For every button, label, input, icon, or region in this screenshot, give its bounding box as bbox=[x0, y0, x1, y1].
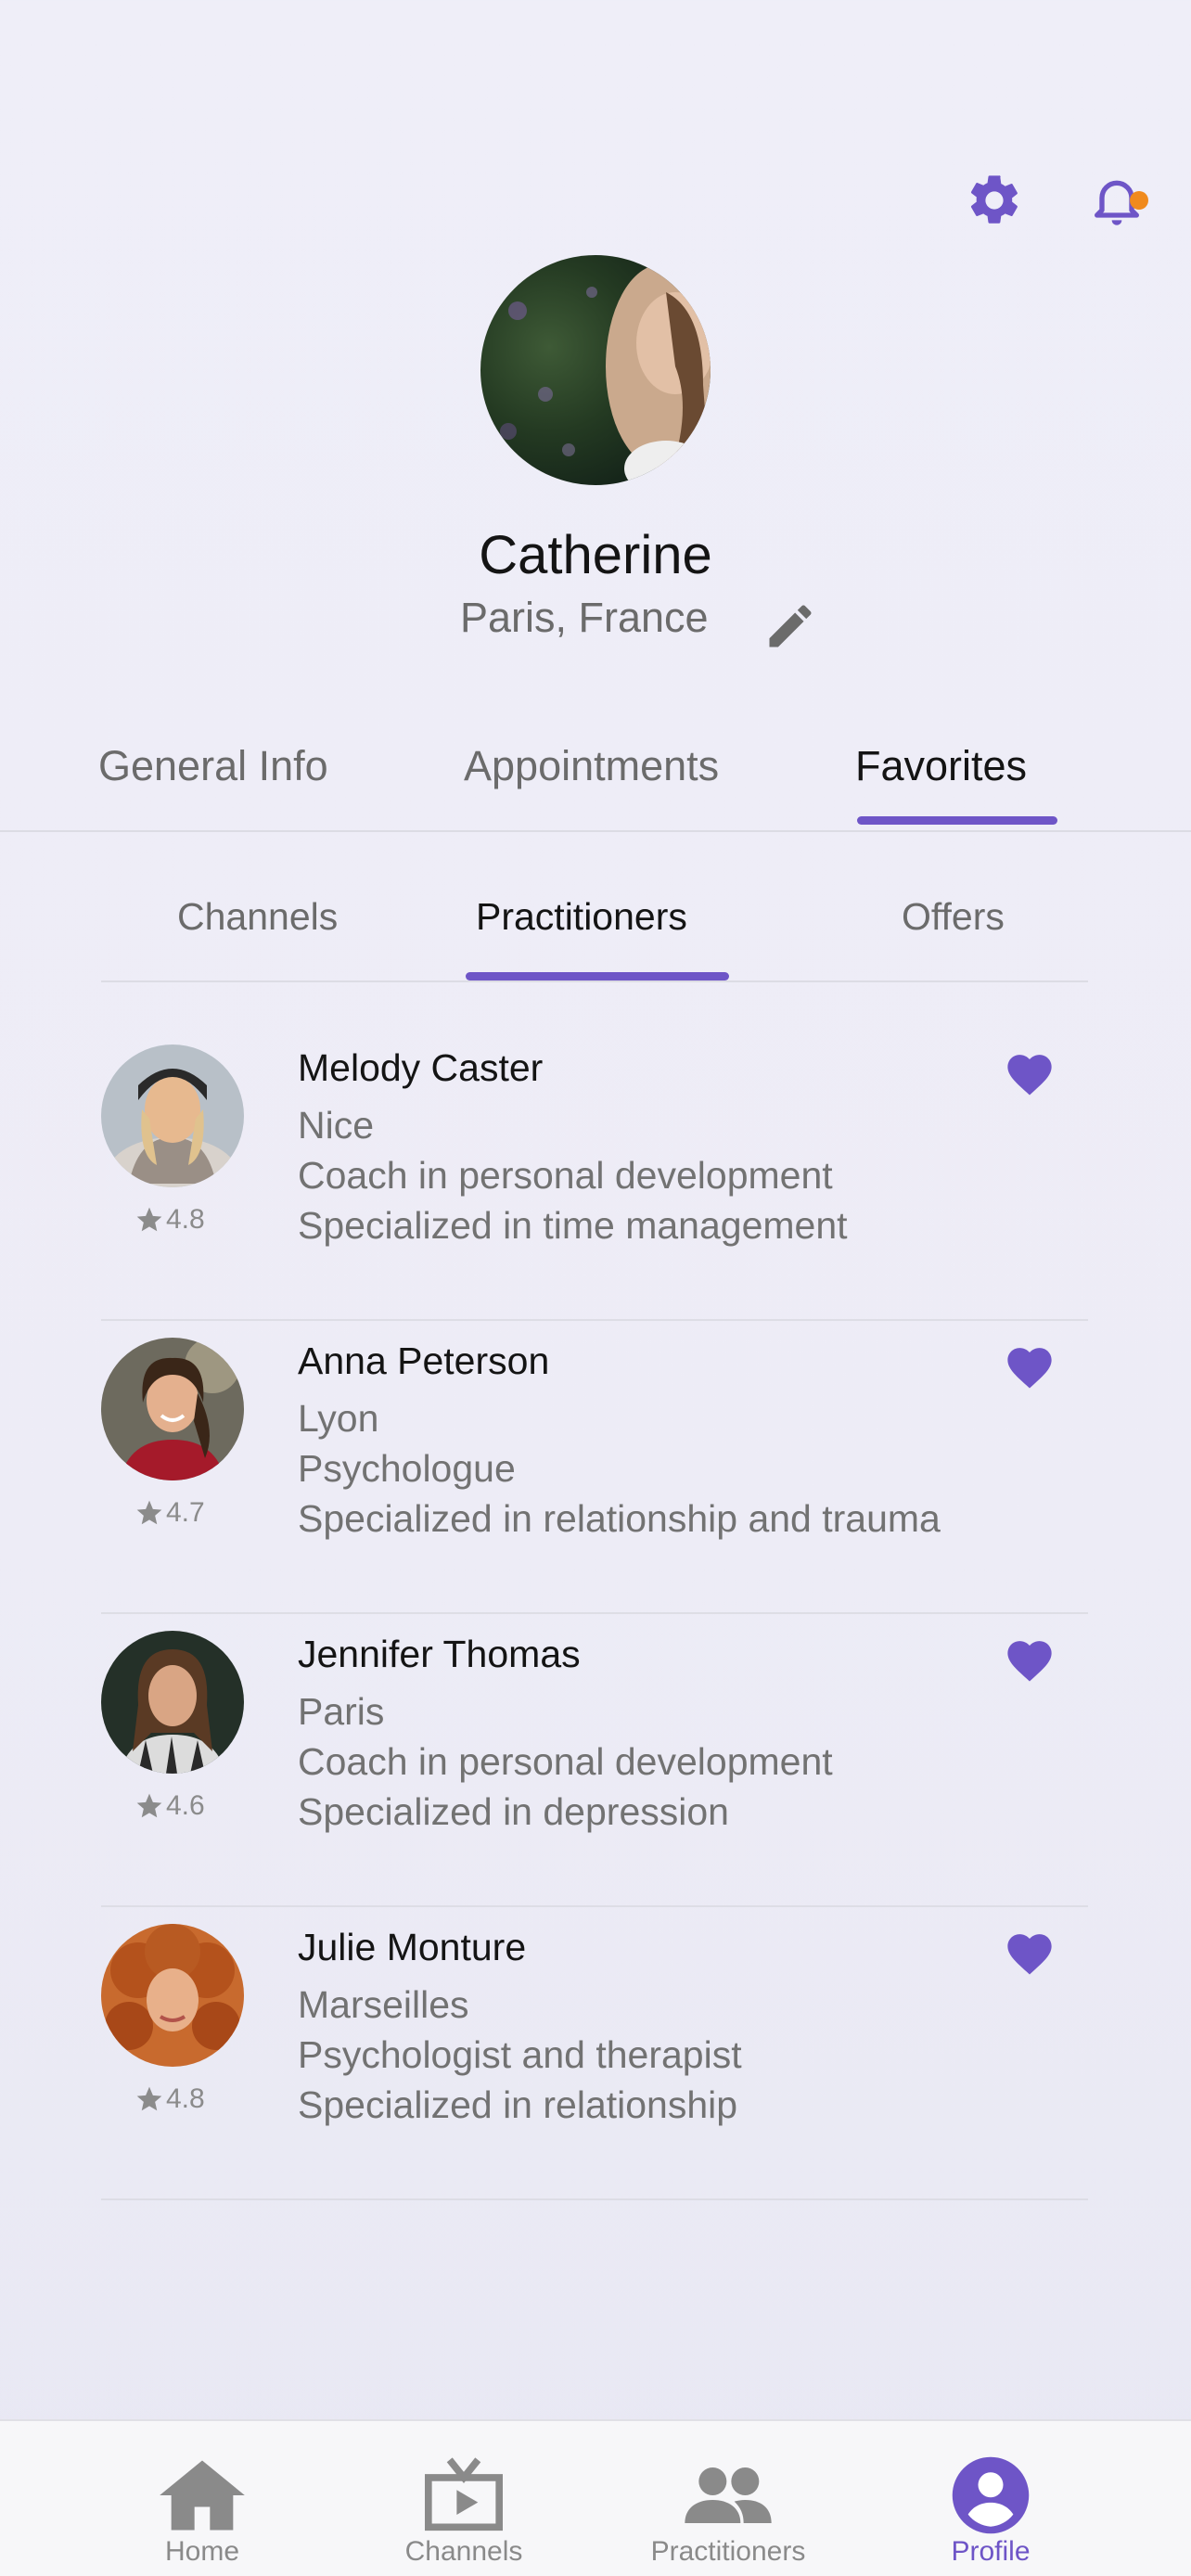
user-circle-icon bbox=[952, 2456, 1030, 2534]
heart-icon bbox=[1007, 1055, 1052, 1096]
tab-favorites[interactable]: Favorites bbox=[855, 742, 1027, 790]
practitioner-specialty: Specialized in relationship bbox=[298, 2083, 738, 2126]
home-icon bbox=[160, 2460, 245, 2531]
row-divider bbox=[101, 2198, 1088, 2200]
rating-value: 4.7 bbox=[166, 1497, 205, 1528]
notifications-button[interactable] bbox=[1080, 163, 1154, 237]
practitioner-name: Julie Monture bbox=[298, 1926, 527, 1968]
practitioner-city: Paris bbox=[298, 1690, 385, 1733]
practitioner-specialty: Specialized in relationship and trauma bbox=[298, 1497, 941, 1540]
heart-icon bbox=[1007, 1934, 1052, 1975]
rating: 4.6 bbox=[134, 1790, 205, 1822]
practitioner-card[interactable]: 4.7 Anna Peterson Lyon Psychologue Speci… bbox=[101, 1321, 1088, 1614]
rating-value: 4.6 bbox=[166, 1790, 205, 1821]
profile-name: Catherine bbox=[479, 525, 712, 585]
rating: 4.8 bbox=[134, 1204, 205, 1236]
practitioner-city: Nice bbox=[298, 1104, 375, 1147]
favorite-button[interactable] bbox=[1003, 1928, 1057, 1976]
people-icon bbox=[685, 2467, 772, 2523]
practitioner-city: Marseilles bbox=[298, 1983, 469, 2026]
practitioner-role: Psychologue bbox=[298, 1447, 516, 1490]
practitioner-role: Coach in personal development bbox=[298, 1154, 833, 1197]
notification-dot bbox=[1130, 191, 1148, 210]
practitioner-avatar bbox=[101, 1631, 244, 1774]
subtab-channels[interactable]: Channels bbox=[177, 895, 338, 939]
profile-avatar[interactable] bbox=[480, 255, 711, 485]
tabs-divider bbox=[0, 830, 1191, 832]
profile-location: Paris, France bbox=[460, 594, 709, 641]
practitioner-avatar bbox=[101, 1924, 244, 2067]
practitioner-name: Anna Peterson bbox=[298, 1339, 550, 1382]
bottom-navigation: Home Channels Practitioners Profile bbox=[0, 2419, 1191, 2576]
star-icon bbox=[136, 2086, 162, 2111]
active-subtab-indicator bbox=[466, 972, 729, 980]
nav-practitioners-label: Practitioners bbox=[650, 2536, 806, 2567]
practitioner-name: Jennifer Thomas bbox=[298, 1633, 581, 1675]
nav-home-label: Home bbox=[164, 2536, 240, 2567]
nav-profile[interactable]: Profile bbox=[944, 2421, 1037, 2576]
practitioner-card[interactable]: 4.6 Jennifer Thomas Paris Coach in perso… bbox=[101, 1614, 1088, 1907]
rating-value: 4.8 bbox=[166, 1204, 205, 1235]
gear-icon bbox=[970, 175, 1018, 224]
practitioner-card[interactable]: 4.8 Melody Caster Nice Coach in personal… bbox=[101, 1028, 1088, 1321]
star-icon bbox=[136, 1500, 162, 1525]
rating: 4.8 bbox=[134, 2083, 205, 2115]
practitioner-role: Coach in personal development bbox=[298, 1740, 833, 1783]
nav-home[interactable]: Home bbox=[156, 2421, 249, 2576]
tv-icon bbox=[425, 2457, 503, 2531]
heart-icon bbox=[1007, 1348, 1052, 1389]
practitioner-card[interactable]: 4.8 Julie Monture Marseilles Psychologis… bbox=[101, 1907, 1088, 2200]
pencil-icon bbox=[769, 605, 812, 647]
practitioner-specialty: Specialized in depression bbox=[298, 1790, 729, 1833]
nav-channels[interactable]: Channels bbox=[399, 2421, 529, 2576]
star-icon bbox=[136, 1207, 162, 1232]
practitioner-avatar bbox=[101, 1338, 244, 1480]
practitioner-role: Psychologist and therapist bbox=[298, 2033, 742, 2076]
heart-icon bbox=[1007, 1641, 1052, 1682]
favorite-button[interactable] bbox=[1003, 1634, 1057, 1683]
tab-general-info[interactable]: General Info bbox=[98, 742, 328, 790]
nav-channels-label: Channels bbox=[404, 2536, 523, 2567]
settings-button[interactable] bbox=[957, 163, 1031, 237]
rating-value: 4.8 bbox=[166, 2083, 205, 2114]
rating: 4.7 bbox=[134, 1497, 205, 1529]
active-tab-indicator bbox=[857, 816, 1057, 825]
subtab-practitioners[interactable]: Practitioners bbox=[476, 895, 687, 939]
practitioner-city: Lyon bbox=[298, 1397, 379, 1440]
nav-practitioners[interactable]: Practitioners bbox=[638, 2421, 818, 2576]
subtab-offers[interactable]: Offers bbox=[902, 895, 1005, 939]
favorite-button[interactable] bbox=[1003, 1048, 1057, 1096]
tab-appointments[interactable]: Appointments bbox=[464, 742, 719, 790]
star-icon bbox=[136, 1793, 162, 1818]
practitioner-specialty: Specialized in time management bbox=[298, 1204, 848, 1247]
favorite-button[interactable] bbox=[1003, 1341, 1057, 1390]
nav-profile-label: Profile bbox=[951, 2536, 1031, 2567]
practitioner-name: Melody Caster bbox=[298, 1046, 544, 1089]
practitioner-avatar bbox=[101, 1044, 244, 1187]
edit-profile-button[interactable] bbox=[762, 598, 818, 654]
subtabs-divider bbox=[101, 980, 1088, 982]
